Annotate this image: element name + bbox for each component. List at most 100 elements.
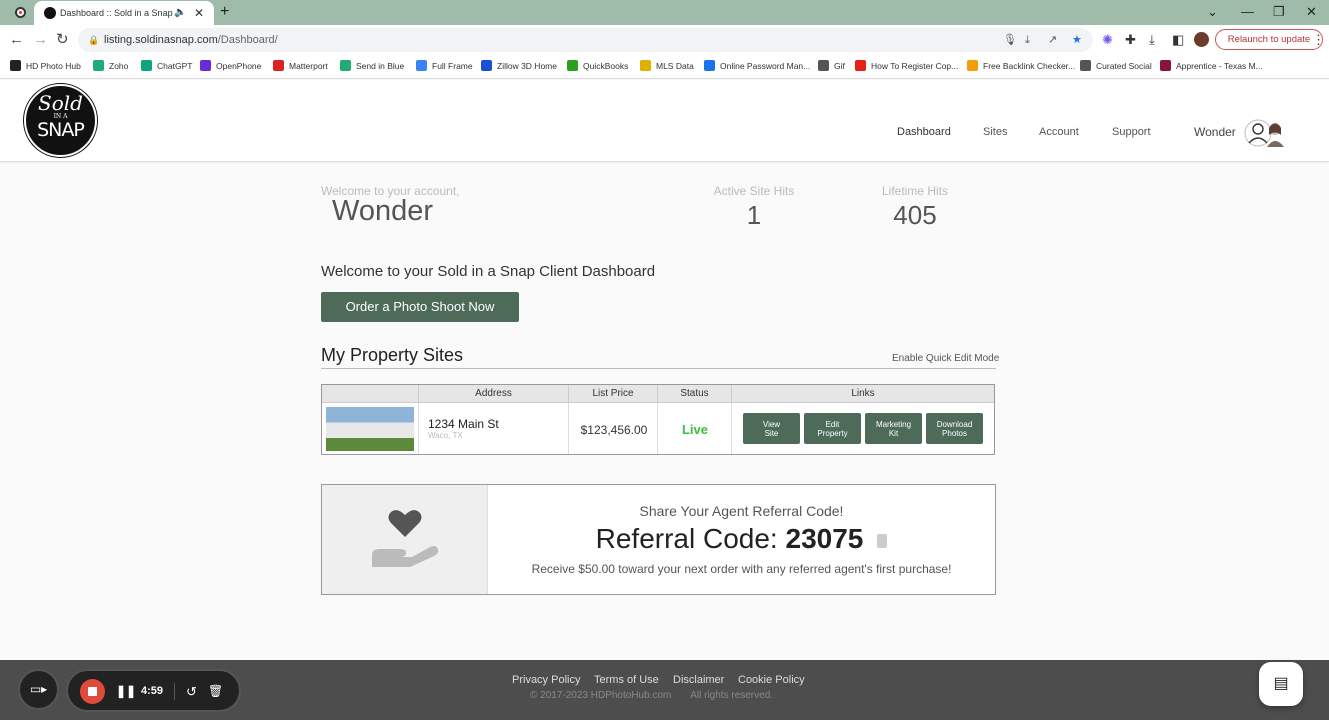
property-sites-title: My Property Sites bbox=[321, 345, 464, 365]
user-name[interactable]: Wonder bbox=[1194, 125, 1236, 139]
bookmark-item[interactable]: Matterport bbox=[273, 55, 328, 77]
bookmark-label: ChatGPT bbox=[157, 61, 193, 71]
bookmark-label: Zillow 3D Home bbox=[497, 61, 557, 71]
reload-icon[interactable]: ↻ bbox=[56, 30, 69, 50]
col-header-links: Links bbox=[732, 385, 994, 403]
chat-button[interactable]: ▤ bbox=[1259, 662, 1303, 706]
dashboard-heading: Welcome to your Sold in a Snap Client Da… bbox=[321, 263, 656, 280]
bookmark-favicon-icon bbox=[704, 60, 715, 72]
bookmark-item[interactable]: Send in Blue bbox=[340, 55, 404, 77]
nav-support[interactable]: Support bbox=[1112, 126, 1151, 138]
puzzle-icon[interactable]: ✚ bbox=[1125, 30, 1136, 50]
bookmark-item[interactable]: Zillow 3D Home bbox=[481, 55, 557, 77]
bookmark-item[interactable]: How To Register Cop... bbox=[855, 55, 958, 77]
marketing-kit-button[interactable]: Marketing Kit bbox=[865, 413, 922, 444]
stop-recording-button[interactable] bbox=[80, 679, 105, 704]
section-divider bbox=[321, 368, 996, 369]
speaker-icon[interactable]: 🔈 bbox=[174, 1, 186, 25]
bookmark-star-icon[interactable]: ★ bbox=[1072, 28, 1082, 52]
restore-icon[interactable]: ❐ bbox=[1273, 0, 1285, 24]
bookmark-item[interactable]: Full Frame bbox=[416, 55, 473, 77]
extension-icon[interactable]: ✺ bbox=[1102, 30, 1113, 50]
bookmark-label: Online Password Man... bbox=[720, 61, 811, 71]
close-tab-icon[interactable]: ✕ bbox=[194, 1, 204, 25]
restart-icon[interactable]: ↺ bbox=[186, 679, 197, 704]
logo-line-1: Sold bbox=[38, 91, 83, 115]
user-avatar-icon[interactable] bbox=[1244, 119, 1286, 147]
bookmark-item[interactable]: ChatGPT bbox=[141, 55, 192, 77]
bookmark-item[interactable]: Zoho bbox=[93, 55, 128, 77]
bookmark-favicon-icon bbox=[10, 60, 21, 72]
disclaimer-link[interactable]: Disclaimer bbox=[673, 674, 724, 686]
bookmark-item[interactable]: Free Backlink Checker... bbox=[967, 55, 1075, 77]
trash-icon[interactable]: 🗑 bbox=[208, 679, 223, 704]
bookmark-label: Gif bbox=[834, 61, 845, 71]
bookmark-item[interactable]: QuickBooks bbox=[567, 55, 628, 77]
lock-icon: 🔒 bbox=[88, 35, 100, 45]
microphone-icon[interactable]: 🎙 bbox=[1003, 28, 1017, 52]
view-site-button[interactable]: View Site bbox=[743, 413, 800, 444]
browser-tab[interactable]: Dashboard :: Sold in a Snap 🔈 ✕ bbox=[34, 1, 214, 25]
share-icon[interactable]: ↗ bbox=[1048, 28, 1057, 52]
bookmark-label: QuickBooks bbox=[583, 61, 629, 71]
heart-in-hand-icon bbox=[372, 510, 439, 567]
nav-account[interactable]: Account bbox=[1039, 126, 1079, 138]
property-thumbnail[interactable] bbox=[326, 407, 414, 451]
minimize-icon[interactable]: — bbox=[1241, 0, 1254, 24]
bookmark-item[interactable]: Online Password Man... bbox=[704, 55, 810, 77]
new-tab-button[interactable]: + bbox=[220, 0, 229, 24]
camera-toggle-button[interactable]: ▭▸ bbox=[18, 669, 59, 710]
bookmark-favicon-icon bbox=[640, 60, 651, 72]
lifetime-hits-value: 405 bbox=[893, 200, 937, 230]
bookmark-favicon-icon bbox=[967, 60, 978, 72]
browser-tab-bar: Dashboard :: Sold in a Snap 🔈 ✕ + ⌄ — ❐ … bbox=[0, 0, 1329, 25]
nav-sites[interactable]: Sites bbox=[983, 126, 1007, 138]
welcome-name: Wonder bbox=[332, 195, 434, 227]
profile-avatar[interactable] bbox=[1194, 32, 1209, 47]
url-bar[interactable]: 🔒 listing.soldinasnap.com/Dashboard/ 🎙 ⤓… bbox=[78, 28, 1093, 52]
sold-in-a-snap-logo[interactable]: Sold IN A SNAP bbox=[24, 84, 97, 157]
property-price: $123,456.00 bbox=[580, 423, 648, 437]
referral-icon-area bbox=[322, 485, 488, 594]
sidebar-icon[interactable]: ◧ bbox=[1172, 30, 1184, 50]
terms-of-use-link[interactable]: Terms of Use bbox=[594, 674, 659, 686]
bookmark-item[interactable]: Apprentice - Texas M... bbox=[1160, 55, 1263, 77]
relaunch-button[interactable]: Relaunch to update bbox=[1194, 29, 1323, 50]
bookmark-item[interactable]: HD Photo Hub bbox=[10, 55, 81, 77]
bookmark-item[interactable]: OpenPhone bbox=[200, 55, 261, 77]
bookmark-favicon-icon bbox=[340, 60, 351, 72]
referral-code-line: Referral Code: 23075 bbox=[488, 523, 995, 555]
bookmark-favicon-icon bbox=[1080, 60, 1091, 72]
cookie-policy-link[interactable]: Cookie Policy bbox=[738, 674, 805, 686]
pause-icon[interactable]: ❚❚ bbox=[116, 679, 136, 704]
back-icon[interactable]: ← bbox=[9, 30, 24, 50]
install-icon[interactable]: ⤓ bbox=[1025, 28, 1030, 52]
nav-dashboard[interactable]: Dashboard bbox=[897, 126, 951, 138]
chat-icon: ▤ bbox=[1273, 675, 1289, 692]
copyright: © 2017-2023 HDPhotoHub.com All rights re… bbox=[530, 690, 774, 701]
bookmark-favicon-icon bbox=[200, 60, 211, 72]
bookmark-label: Apprentice - Texas M... bbox=[1176, 61, 1263, 71]
property-city: Waco, TX bbox=[428, 431, 463, 440]
bookmark-item[interactable]: MLS Data bbox=[640, 55, 694, 77]
tab-search-icon[interactable]: ⌄ bbox=[1207, 0, 1218, 24]
recorder-controls: ❚❚ 4:59 ↺ 🗑 bbox=[66, 669, 241, 712]
close-window-icon[interactable]: ✕ bbox=[1306, 0, 1317, 24]
site-favicon-icon bbox=[44, 7, 56, 19]
menu-icon[interactable]: ⋮ bbox=[1312, 30, 1325, 50]
bookmark-item[interactable]: Gif bbox=[818, 55, 845, 77]
referral-code: 23075 bbox=[785, 523, 864, 554]
property-address: 1234 Main St bbox=[428, 417, 499, 431]
download-photos-button[interactable]: Download Photos bbox=[926, 413, 983, 444]
bookmark-favicon-icon bbox=[818, 60, 829, 72]
recording-timer: 4:59 bbox=[141, 685, 164, 697]
edit-property-button[interactable]: Edit Property bbox=[804, 413, 861, 444]
video-camera-icon: ▭▸ bbox=[29, 682, 48, 696]
privacy-policy-link[interactable]: Privacy Policy bbox=[512, 674, 580, 686]
quick-edit-mode-link[interactable]: Enable Quick Edit Mode bbox=[892, 353, 999, 364]
bookmark-item[interactable]: Curated Social bbox=[1080, 55, 1152, 77]
order-photo-shoot-button[interactable]: Order a Photo Shoot Now bbox=[321, 292, 519, 322]
download-icon[interactable]: ⤓ bbox=[1149, 30, 1155, 50]
forward-icon[interactable]: → bbox=[33, 30, 48, 50]
clipboard-icon[interactable] bbox=[877, 533, 888, 548]
